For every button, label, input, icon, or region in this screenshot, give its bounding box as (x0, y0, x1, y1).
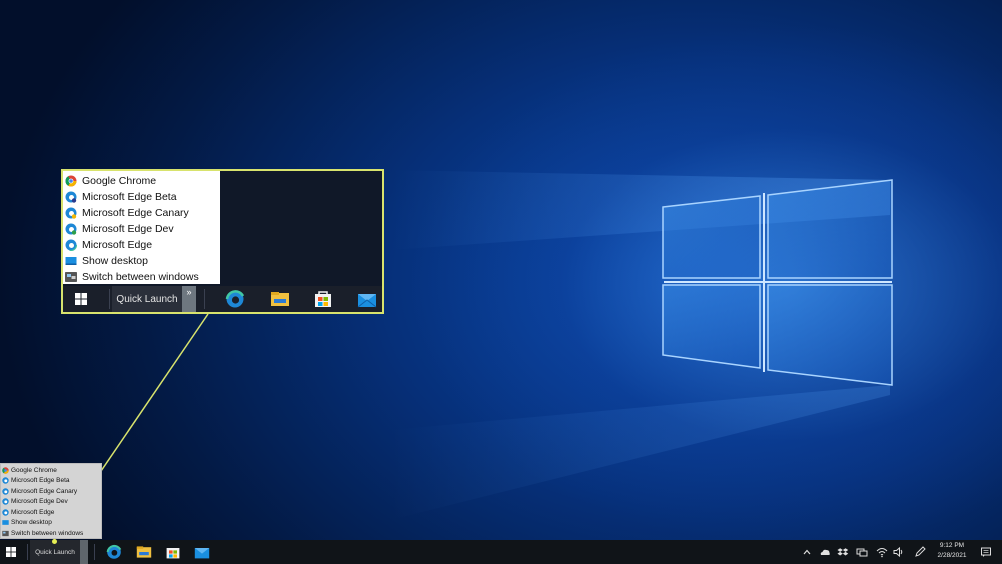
menu-item-label: Switch between windows (11, 529, 84, 537)
network-icon[interactable] (856, 546, 868, 558)
edge-canary-icon (65, 207, 77, 219)
menu-item-label: Microsoft Edge Beta (82, 191, 177, 203)
toolbar-separator (27, 544, 28, 560)
menu-item-label: Switch between windows (82, 271, 199, 283)
menu-item-google-chrome[interactable]: Google Chrome (63, 173, 220, 189)
menu-item-label: Microsoft Edge Canary (82, 207, 189, 219)
quick-launch-toolbar[interactable]: Quick Launch (112, 286, 182, 312)
menu-item-switch-windows[interactable]: Switch between windows (1, 528, 103, 539)
menu-item-edge-beta[interactable]: Microsoft Edge Beta (1, 476, 103, 487)
wifi-icon[interactable] (876, 546, 888, 558)
clock-time: 9:12 PM (939, 542, 965, 549)
taskbar-zoomed: Quick Launch » (63, 286, 382, 312)
windows-start-icon[interactable] (6, 547, 16, 557)
windows-start-icon[interactable] (75, 293, 87, 305)
quick-launch-menu: Google Chrome Microsoft Edge Beta Micros… (0, 463, 102, 539)
quick-launch-menu-zoomed: Google Chrome Microsoft Edge Beta Micros… (63, 171, 220, 284)
dropbox-icon[interactable] (837, 546, 849, 558)
menu-item-label: Microsoft Edge Beta (11, 477, 70, 485)
onedrive-icon[interactable] (819, 546, 831, 558)
chrome-icon (2, 467, 9, 474)
taskbar: Quick Launch 9:12 PM 2/28/2021 (0, 540, 1002, 564)
edge-dev-icon (65, 223, 77, 235)
edge-dev-icon (2, 498, 9, 505)
quick-launch-overflow-button[interactable]: » (182, 286, 196, 312)
menu-item-edge-canary[interactable]: Microsoft Edge Canary (1, 486, 103, 497)
menu-item-label: Show desktop (11, 519, 52, 527)
edge-icon[interactable] (225, 290, 245, 308)
action-center-icon[interactable] (980, 546, 992, 558)
menu-item-edge-canary[interactable]: Microsoft Edge Canary (63, 205, 220, 221)
clock-date: 2/28/2021 (937, 552, 967, 559)
pen-icon[interactable] (914, 546, 926, 558)
menu-item-edge-dev[interactable]: Microsoft Edge Dev (63, 221, 220, 237)
toolbar-separator (109, 289, 110, 309)
chevron-up-icon[interactable] (801, 546, 813, 558)
edge-icon (65, 239, 77, 251)
toolbar-separator (94, 544, 95, 560)
edge-icon[interactable] (106, 544, 122, 560)
volume-icon[interactable] (893, 546, 905, 558)
menu-item-google-chrome[interactable]: Google Chrome (1, 465, 103, 476)
edge-canary-icon (2, 488, 9, 495)
mail-icon[interactable] (194, 544, 210, 560)
menu-item-show-desktop[interactable]: Show desktop (63, 253, 220, 269)
toolbar-separator (204, 289, 205, 309)
menu-item-edge[interactable]: Microsoft Edge (1, 507, 103, 518)
microsoft-store-icon[interactable] (165, 544, 181, 560)
menu-item-label: Microsoft Edge Dev (11, 498, 68, 506)
menu-item-label: Show desktop (82, 255, 148, 267)
file-explorer-icon[interactable] (136, 544, 152, 560)
clock[interactable]: 9:12 PM 2/28/2021 (928, 541, 976, 563)
show-desktop-icon (2, 520, 9, 526)
menu-item-label: Google Chrome (82, 175, 157, 187)
switch-windows-icon (65, 272, 77, 282)
menu-item-edge-beta[interactable]: Microsoft Edge Beta (63, 189, 220, 205)
zoomed-callout: Google Chrome Microsoft Edge Beta Micros… (61, 169, 384, 314)
edge-icon (2, 509, 9, 516)
chrome-icon (65, 175, 77, 187)
show-desktop-icon (65, 257, 77, 265)
menu-item-show-desktop[interactable]: Show desktop (1, 518, 103, 529)
menu-item-label: Microsoft Edge Canary (11, 487, 78, 495)
switch-windows-icon (2, 530, 9, 536)
mail-icon[interactable] (357, 290, 377, 308)
menu-item-label: Google Chrome (11, 466, 57, 474)
menu-item-label: Microsoft Edge (82, 239, 153, 251)
menu-item-switch-windows[interactable]: Switch between windows (63, 269, 220, 285)
menu-item-label: Microsoft Edge (11, 508, 55, 516)
file-explorer-icon[interactable] (270, 290, 290, 308)
edge-beta-icon (65, 191, 77, 203)
menu-item-edge[interactable]: Microsoft Edge (63, 237, 220, 253)
quick-launch-overflow-button[interactable] (80, 540, 88, 564)
microsoft-store-icon[interactable] (313, 290, 333, 308)
menu-item-edge-dev[interactable]: Microsoft Edge Dev (1, 497, 103, 508)
edge-beta-icon (2, 477, 9, 484)
menu-item-label: Microsoft Edge Dev (82, 223, 174, 235)
callout-anchor-dot (52, 539, 57, 544)
